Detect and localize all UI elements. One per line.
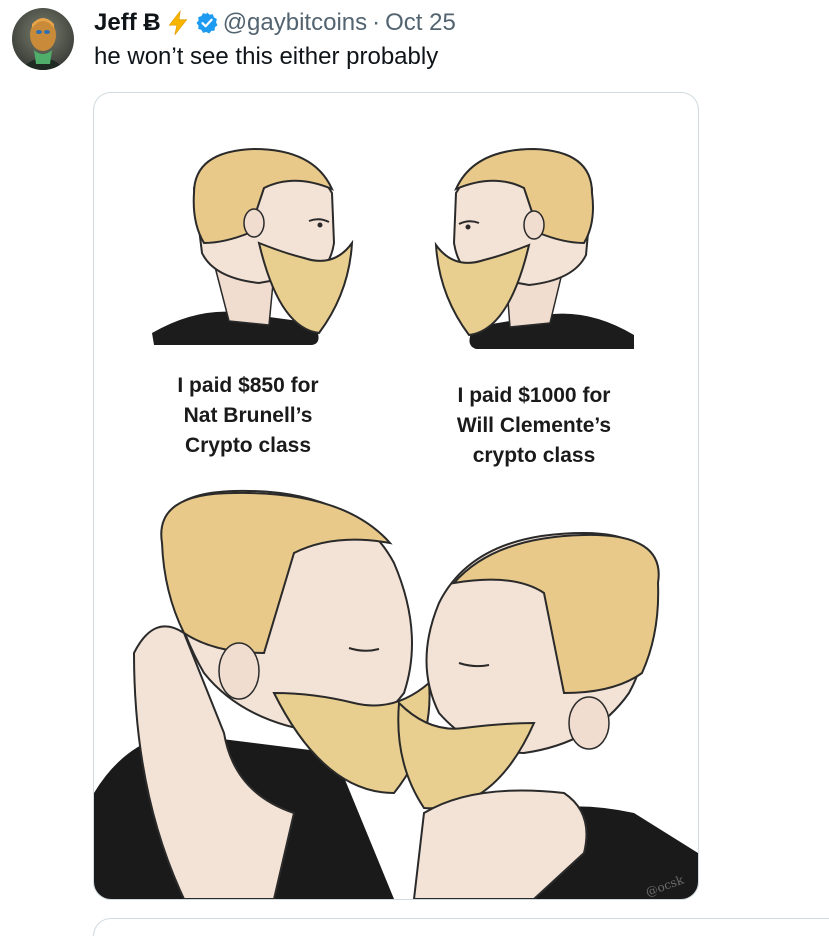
quoted-card-partial[interactable] — [93, 918, 829, 936]
meme-caption-left: I paid $850 for Nat Brunell’s Crypto cla… — [177, 374, 319, 457]
meme-caption-right: I paid $1000 for Will Clemente’s crypto … — [456, 384, 612, 467]
tweet: Jeff Ƀ @gaybitcoins · Oct 25 he won’t se… — [0, 0, 829, 936]
avatar[interactable] — [12, 8, 74, 70]
lightning-icon — [165, 10, 191, 36]
display-name[interactable]: Jeff Ƀ — [94, 9, 161, 37]
meme-illustration — [94, 147, 698, 899]
handle[interactable]: @gaybitcoins — [223, 9, 367, 37]
man-left-illustration — [152, 147, 354, 345]
tweet-media[interactable]: I paid $850 for Nat Brunell’s Crypto cla… — [93, 92, 699, 900]
avatar-image — [12, 8, 74, 70]
timestamp[interactable]: Oct 25 — [385, 9, 456, 37]
man-right-illustration — [434, 147, 634, 349]
kissing-men-illustration — [94, 489, 698, 899]
tweet-text: he won’t see this either probably — [94, 43, 439, 70]
tweet-header: Jeff Ƀ @gaybitcoins · Oct 25 — [94, 8, 456, 38]
verified-badge-icon[interactable] — [195, 11, 219, 35]
separator-dot: · — [372, 9, 381, 36]
